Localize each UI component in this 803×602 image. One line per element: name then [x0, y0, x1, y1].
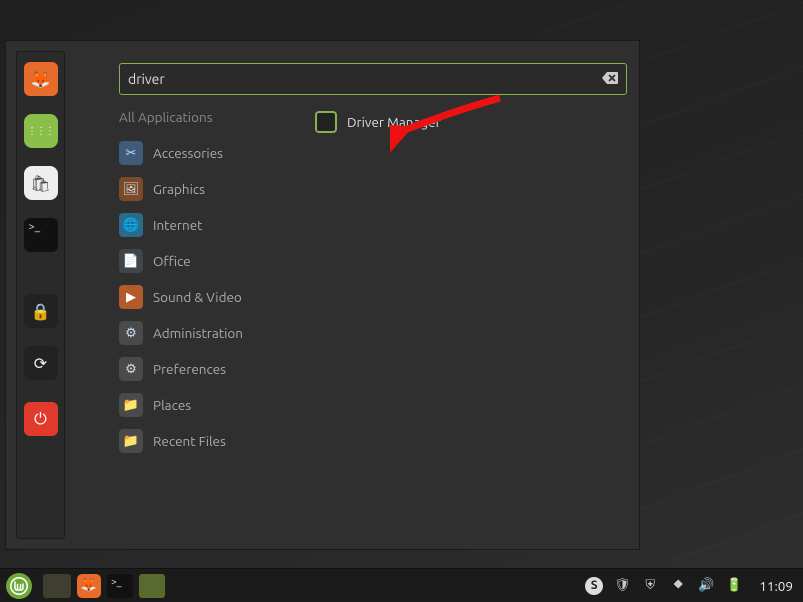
start-menu: 🦊 ⋮⋮⋮ 🛍 >_ 🔒 ⟳ ⏻ All Applications [5, 40, 640, 550]
category-graphics[interactable]: 🖼 Graphics [119, 177, 291, 201]
terminal-icon: >_ [111, 576, 122, 587]
category-label: Graphics [153, 181, 205, 197]
category-places[interactable]: 📁 Places [119, 393, 291, 417]
internet-icon: 🌐 [119, 213, 143, 237]
taskbar: 🦊 >_ S 🛡 ⛨ ⯁ 🔊 🔋 11:09 [0, 568, 803, 602]
category-label: Sound & Video [153, 289, 242, 305]
category-label: Internet [153, 217, 202, 233]
favorite-terminal[interactable]: >_ [24, 218, 58, 252]
recent-files-icon: 📁 [119, 429, 143, 453]
software-manager-icon: 🛍 [30, 174, 50, 193]
taskbar-files[interactable] [139, 574, 165, 598]
category-label: Recent Files [153, 433, 226, 449]
taskbar-firefox[interactable]: 🦊 [77, 574, 101, 598]
volume-icon: 🔊 [698, 578, 714, 593]
menu-columns: All Applications ✂ Accessories 🖼 Graphic… [77, 109, 627, 453]
category-label: Office [153, 253, 191, 269]
updates-shield-icon: 🛡 [614, 578, 631, 593]
categories-header-label: All Applications [119, 109, 213, 125]
network-icon: ⯁ [673, 578, 683, 593]
power-button[interactable]: ⏻ [24, 402, 58, 436]
category-label: Preferences [153, 361, 226, 377]
mint-menu-icon [10, 577, 28, 595]
category-preferences[interactable]: ⚙ Preferences [119, 357, 291, 381]
clear-search-button[interactable] [602, 72, 618, 87]
tray-updates[interactable]: 🛡 [613, 577, 631, 595]
preferences-icon: ⚙ [119, 357, 143, 381]
apps-grid-icon: ⋮⋮⋮ [27, 125, 54, 137]
driver-manager-icon [315, 111, 337, 133]
tray-battery[interactable]: 🔋 [725, 577, 743, 595]
category-label: Places [153, 397, 191, 413]
places-icon: 📁 [119, 393, 143, 417]
tray-network[interactable]: ⯁ [669, 577, 687, 595]
favorite-apps[interactable]: ⋮⋮⋮ [24, 114, 58, 148]
category-office[interactable]: 📄 Office [119, 249, 291, 273]
firefox-icon: 🦊 [31, 70, 51, 89]
tray-security[interactable]: ⛨ [641, 577, 659, 595]
accessories-icon: ✂ [119, 141, 143, 165]
tray-volume[interactable]: 🔊 [697, 577, 715, 595]
battery-icon: 🔋 [726, 578, 742, 593]
backspace-clear-icon [602, 72, 618, 84]
graphics-icon: 🖼 [119, 177, 143, 201]
firefox-icon: 🦊 [81, 578, 97, 593]
category-label: Accessories [153, 145, 223, 161]
tray-keyboard-indicator[interactable]: S [585, 577, 603, 595]
category-sound-video[interactable]: ▶ Sound & Video [119, 285, 291, 309]
favorites-column: 🦊 ⋮⋮⋮ 🛍 >_ 🔒 ⟳ ⏻ [16, 51, 65, 539]
result-label: Driver Manager [347, 114, 441, 130]
show-desktop-button[interactable] [43, 574, 71, 598]
result-driver-manager[interactable]: Driver Manager [311, 109, 445, 135]
categories-header[interactable]: All Applications [119, 109, 291, 125]
search-input[interactable] [128, 71, 602, 87]
power-icon: ⏻ [34, 410, 47, 429]
lock-screen-button[interactable]: 🔒 [24, 294, 58, 328]
taskbar-clock[interactable]: 11:09 [759, 578, 793, 594]
favorite-firefox[interactable]: 🦊 [24, 62, 58, 96]
sound-video-icon: ▶ [119, 285, 143, 309]
search-field-wrap[interactable] [119, 63, 627, 95]
start-menu-button[interactable] [6, 573, 32, 599]
categories-list: All Applications ✂ Accessories 🖼 Graphic… [119, 109, 291, 453]
category-recent-files[interactable]: 📁 Recent Files [119, 429, 291, 453]
administration-icon: ⚙ [119, 321, 143, 345]
category-internet[interactable]: 🌐 Internet [119, 213, 291, 237]
results-panel: Driver Manager [311, 109, 627, 453]
category-accessories[interactable]: ✂ Accessories [119, 141, 291, 165]
keyboard-s-icon: S [591, 579, 598, 592]
firewall-shield-icon: ⛨ [645, 578, 655, 593]
category-administration[interactable]: ⚙ Administration [119, 321, 291, 345]
category-label: Administration [153, 325, 243, 341]
terminal-icon: >_ [29, 221, 41, 233]
logout-button[interactable]: ⟳ [24, 346, 58, 380]
lock-icon: 🔒 [31, 302, 51, 321]
taskbar-terminal[interactable]: >_ [107, 574, 133, 598]
system-tray: S 🛡 ⛨ ⯁ 🔊 🔋 11:09 [585, 577, 793, 595]
menu-body: All Applications ✂ Accessories 🖼 Graphic… [71, 41, 639, 549]
office-icon: 📄 [119, 249, 143, 273]
reload-icon: ⟳ [34, 354, 47, 373]
favorite-software[interactable]: 🛍 [24, 166, 58, 200]
